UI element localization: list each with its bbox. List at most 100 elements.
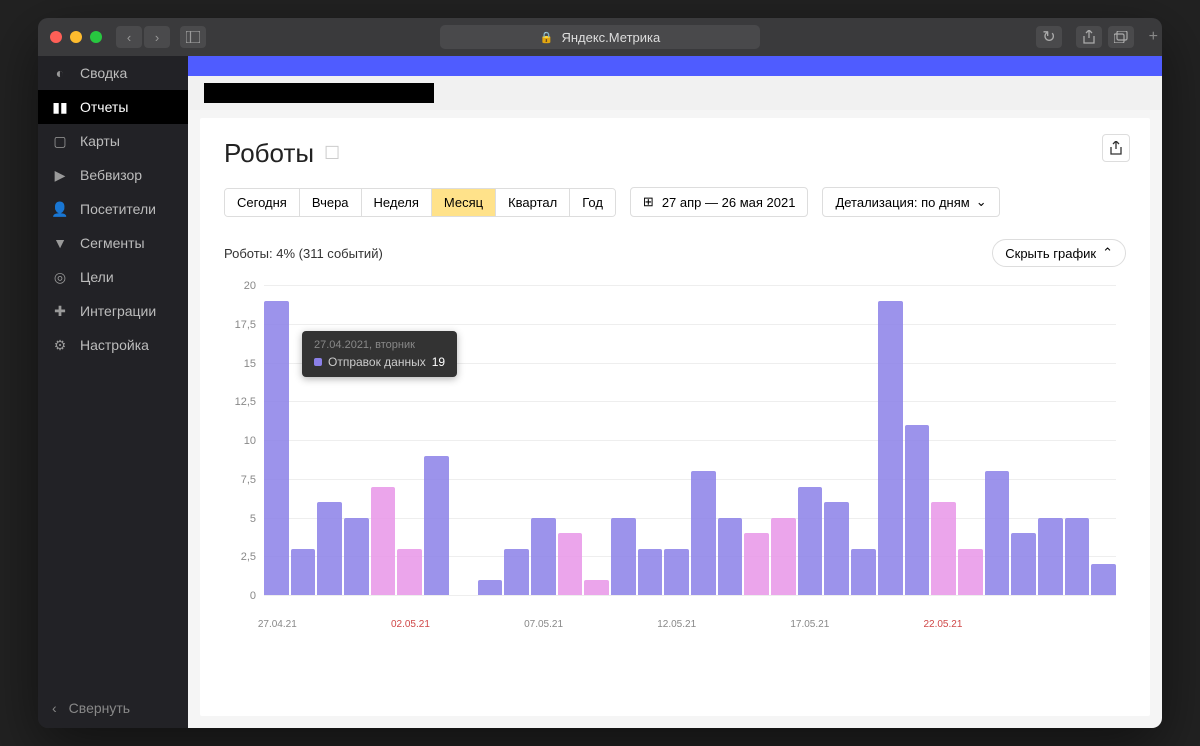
reload-button[interactable]: ↻ bbox=[1036, 26, 1062, 48]
address-bar[interactable]: 🔒 Яндекс.Метрика bbox=[440, 25, 760, 49]
controls-row: СегодняВчераНеделяМесяцКварталГод ⊞ 27 а… bbox=[224, 187, 1126, 217]
sidebar-item-1[interactable]: ▮▮Отчеты bbox=[38, 90, 188, 124]
bar[interactable] bbox=[558, 533, 583, 595]
content-area: Роботы ☐ СегодняВчераНеделяМесяцКварталГ… bbox=[188, 56, 1162, 728]
back-button[interactable]: ‹ bbox=[116, 26, 142, 48]
bar[interactable] bbox=[531, 518, 556, 596]
stats-row: Роботы: 4% (311 событий) Скрыть график ⌃ bbox=[224, 239, 1126, 267]
collapse-sidebar[interactable]: ‹ Свернуть bbox=[38, 688, 188, 728]
x-tick-label: 07.05.21 bbox=[524, 619, 563, 630]
period-btn[interactable]: Год bbox=[570, 189, 615, 216]
sidebar-item-7[interactable]: ✚Интеграции bbox=[38, 294, 188, 328]
page-header: Роботы ☐ bbox=[224, 138, 1126, 169]
bar[interactable] bbox=[691, 471, 716, 595]
bar[interactable] bbox=[718, 518, 743, 596]
tabs-button[interactable] bbox=[1108, 26, 1134, 48]
lock-icon: 🔒 bbox=[540, 31, 554, 44]
sidebar-item-5[interactable]: ▼Сегменты bbox=[38, 226, 188, 260]
detail-selector[interactable]: Детализация: по дням ⌄ bbox=[822, 187, 999, 217]
puzzle-icon: ✚ bbox=[52, 303, 68, 319]
gauge-icon: ◐ bbox=[52, 65, 68, 81]
sidebar-item-4[interactable]: 👤Посетители bbox=[38, 192, 188, 226]
minimize-icon[interactable] bbox=[70, 31, 82, 43]
y-tick-label: 5 bbox=[250, 513, 256, 525]
bar[interactable] bbox=[744, 533, 769, 595]
close-icon[interactable] bbox=[50, 31, 62, 43]
bar[interactable] bbox=[1091, 564, 1116, 595]
export-button[interactable] bbox=[1102, 134, 1130, 162]
bar[interactable] bbox=[397, 549, 422, 596]
period-btn[interactable]: Месяц bbox=[432, 189, 496, 216]
sidebar-item-3[interactable]: ▶Вебвизор bbox=[38, 158, 188, 192]
bar[interactable] bbox=[371, 487, 396, 596]
play-icon: ▶ bbox=[52, 167, 68, 183]
new-tab-button[interactable]: + bbox=[1149, 28, 1158, 46]
date-range-picker[interactable]: ⊞ 27 апр — 26 мая 2021 bbox=[630, 187, 809, 217]
bar[interactable] bbox=[504, 549, 529, 596]
sidebar-item-8[interactable]: ⚙Настройка bbox=[38, 328, 188, 362]
bar[interactable] bbox=[905, 425, 930, 596]
bar[interactable] bbox=[1065, 518, 1090, 596]
y-tick-label: 2,5 bbox=[241, 551, 256, 563]
y-tick-label: 10 bbox=[244, 435, 256, 447]
report-page: Роботы ☐ СегодняВчераНеделяМесяцКварталГ… bbox=[200, 118, 1150, 716]
bookmark-icon[interactable]: ☐ bbox=[324, 143, 340, 164]
share-icon bbox=[1083, 30, 1095, 44]
period-btn[interactable]: Неделя bbox=[362, 189, 432, 216]
bar[interactable] bbox=[264, 301, 289, 596]
bar[interactable] bbox=[824, 502, 849, 595]
bar[interactable] bbox=[424, 456, 449, 596]
period-btn[interactable]: Вчера bbox=[300, 189, 362, 216]
nav-buttons: ‹ › bbox=[116, 26, 170, 48]
bar[interactable] bbox=[291, 549, 316, 596]
bar[interactable] bbox=[611, 518, 636, 596]
x-tick-label: 02.05.21 bbox=[391, 619, 430, 630]
maximize-icon[interactable] bbox=[90, 31, 102, 43]
browser-titlebar: ‹ › 🔒 Яндекс.Метрика ↻ + bbox=[38, 18, 1162, 56]
x-tick-label: 12.05.21 bbox=[657, 619, 696, 630]
bar[interactable] bbox=[958, 549, 983, 596]
bars-icon: ▮▮ bbox=[52, 99, 68, 115]
sidebar-item-2[interactable]: ▢Карты bbox=[38, 124, 188, 158]
map-icon: ▢ bbox=[52, 133, 68, 149]
bar[interactable] bbox=[798, 487, 823, 596]
bar[interactable] bbox=[584, 580, 609, 596]
export-icon bbox=[1110, 141, 1122, 155]
bar[interactable] bbox=[931, 502, 956, 595]
hide-chart-button[interactable]: Скрыть график ⌃ bbox=[992, 239, 1126, 267]
site-name-redacted bbox=[204, 83, 434, 103]
forward-button[interactable]: › bbox=[144, 26, 170, 48]
bar[interactable] bbox=[851, 549, 876, 596]
sidebar-item-0[interactable]: ◐Сводка bbox=[38, 56, 188, 90]
tabs-icon bbox=[1114, 31, 1128, 43]
share-button[interactable] bbox=[1076, 26, 1102, 48]
gear-icon: ⚙ bbox=[52, 337, 68, 353]
site-bar bbox=[188, 76, 1162, 110]
bar[interactable] bbox=[985, 471, 1010, 595]
bar[interactable] bbox=[638, 549, 663, 596]
period-selector: СегодняВчераНеделяМесяцКварталГод bbox=[224, 188, 616, 217]
target-icon: ◎ bbox=[52, 269, 68, 285]
bar[interactable] bbox=[478, 580, 503, 596]
bar[interactable] bbox=[1011, 533, 1036, 595]
sidebar-toggle-button[interactable] bbox=[180, 26, 206, 48]
period-btn[interactable]: Сегодня bbox=[225, 189, 300, 216]
sidebar-item-6[interactable]: ◎Цели bbox=[38, 260, 188, 294]
bar[interactable] bbox=[771, 518, 796, 596]
page-title: Роботы bbox=[224, 138, 314, 169]
bar[interactable] bbox=[1038, 518, 1063, 596]
x-tick-label: 22.05.21 bbox=[923, 619, 962, 630]
y-tick-label: 12,5 bbox=[235, 396, 256, 408]
person-icon: 👤 bbox=[52, 201, 68, 217]
period-btn[interactable]: Квартал bbox=[496, 189, 570, 216]
bar[interactable] bbox=[317, 502, 342, 595]
y-tick-label: 15 bbox=[244, 358, 256, 370]
x-tick-label: 27.04.21 bbox=[258, 619, 297, 630]
y-tick-label: 17,5 bbox=[235, 319, 256, 331]
bar[interactable] bbox=[664, 549, 689, 596]
traffic-lights bbox=[50, 31, 102, 43]
bar[interactable] bbox=[878, 301, 903, 596]
page-url: Яндекс.Метрика bbox=[561, 30, 660, 45]
top-blue-bar bbox=[188, 56, 1162, 76]
bar[interactable] bbox=[344, 518, 369, 596]
